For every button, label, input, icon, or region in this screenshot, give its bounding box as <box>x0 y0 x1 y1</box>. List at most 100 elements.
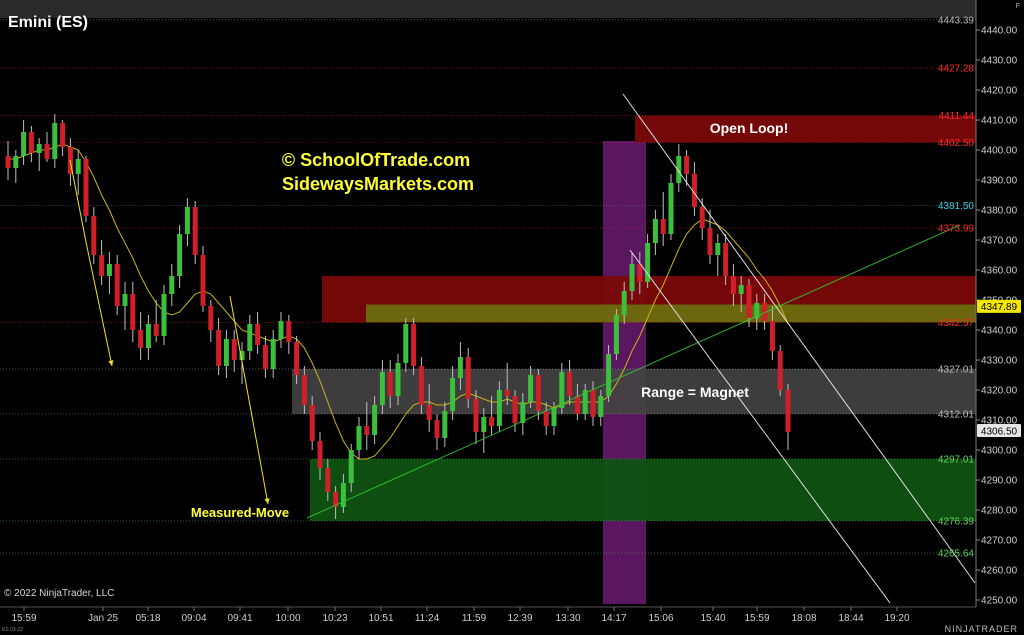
price-level-label: 4443.39 <box>938 15 975 26</box>
top-header-bar <box>0 0 976 18</box>
x-tick-label: 11:59 <box>462 613 487 624</box>
candle-body <box>606 354 612 396</box>
candle-body <box>652 219 658 243</box>
candle-body <box>613 315 619 354</box>
candle-body <box>543 411 549 426</box>
x-tick-label: 15:59 <box>744 613 769 624</box>
candle-body <box>473 399 479 432</box>
candle-body <box>715 243 721 255</box>
range-zone <box>292 368 976 414</box>
candle-body <box>223 339 229 366</box>
candle-body <box>294 342 300 375</box>
candle-body <box>723 243 729 276</box>
candle-body <box>403 324 409 363</box>
candle-body <box>255 324 261 345</box>
x-tick-label: 12:39 <box>507 613 532 624</box>
watermark-line-2: SidewaysMarkets.com <box>282 174 474 194</box>
candle-body <box>504 390 510 396</box>
candle-body <box>660 219 666 234</box>
x-tick-label: 14:17 <box>601 613 626 624</box>
x-tick-label: 15:06 <box>648 613 673 624</box>
y-tick-label: 4270.00 <box>981 536 1018 547</box>
price-level-label: 4402.50 <box>938 138 975 149</box>
candle-body <box>145 324 151 348</box>
x-tick-label: 11:24 <box>415 613 440 624</box>
candle-body <box>309 405 315 441</box>
candle-body <box>535 375 541 411</box>
candle-body <box>372 405 378 435</box>
ninjatrader-logo: NINJATRADER <box>944 624 1018 634</box>
candle-body <box>465 357 471 399</box>
chart-canvas[interactable]: 4250.00 4260.00 4270.00 4280.00 4290.00 4300.… <box>0 0 1024 635</box>
candle-body <box>411 324 417 366</box>
y-tick-label: 4400.00 <box>981 146 1018 157</box>
support-zone <box>310 458 976 521</box>
candle-body <box>169 276 175 294</box>
x-tick-label: 10:23 <box>322 613 347 624</box>
y-tick-label: 4330.00 <box>981 356 1018 367</box>
candle-body <box>769 321 775 351</box>
candle-body <box>777 351 783 390</box>
candle-body <box>122 294 128 306</box>
y-tick-label: 4370.00 <box>981 236 1018 247</box>
candle-body <box>512 396 518 423</box>
candle-body <box>5 156 11 168</box>
candle-body <box>28 132 34 153</box>
y-tick-label: 4250.00 <box>981 596 1018 607</box>
y-tick-label: 4430.00 <box>981 56 1018 67</box>
y-tick-label: 4440.00 <box>981 26 1018 37</box>
price-badge-label: 4306.50 <box>981 426 1018 437</box>
candle-body <box>457 357 463 378</box>
price-badge-label: 4347.89 <box>981 302 1018 313</box>
candle-body <box>325 468 331 492</box>
candle-body <box>434 420 440 438</box>
y-tick-label: 4360.00 <box>981 266 1018 277</box>
open-loop-zone <box>635 115 976 143</box>
candle-body <box>52 123 58 159</box>
candle-body <box>364 426 370 435</box>
candle-body <box>450 378 456 411</box>
price-level-label: 4411.44 <box>939 111 975 122</box>
candle-body <box>138 330 144 348</box>
candle-body <box>699 207 705 228</box>
candle-body <box>216 330 222 366</box>
y-tick-label: 4420.00 <box>981 86 1018 97</box>
candle-body <box>208 306 214 330</box>
candle-body <box>21 132 27 156</box>
candle-body <box>590 390 596 417</box>
candle-body <box>106 264 112 276</box>
price-level-label: 4342.57 <box>938 318 975 329</box>
x-tick-label: 05:18 <box>135 613 160 624</box>
candle-body <box>161 294 167 336</box>
candle-body <box>356 426 362 450</box>
candle-body <box>746 285 752 318</box>
candle-body <box>231 339 237 360</box>
candle-body <box>262 345 268 369</box>
candle-body <box>489 417 495 426</box>
x-tick-label: 18:08 <box>791 613 816 624</box>
x-tick-label: 15:40 <box>700 613 725 624</box>
y-tick-label: 4410.00 <box>981 116 1018 127</box>
candle-body <box>91 216 97 255</box>
candle-body <box>551 408 557 426</box>
price-level-label: 4276.39 <box>938 516 975 527</box>
candle-body <box>153 324 159 336</box>
y-tick-label: 4280.00 <box>981 506 1018 517</box>
candle-body <box>785 390 791 432</box>
candle-body <box>629 264 635 291</box>
candle-body <box>730 276 736 294</box>
candle-body <box>598 396 604 417</box>
candle-body <box>340 483 346 507</box>
open-loop-label: Open Loop! <box>710 120 789 136</box>
y-tick-label: 4380.00 <box>981 206 1018 217</box>
candle-body <box>574 396 580 414</box>
measured-move-label: Measured-Move <box>191 505 289 520</box>
y-tick-label: 4340.00 <box>981 326 1018 337</box>
candle-body <box>200 255 206 306</box>
candle-body <box>442 411 448 438</box>
price-level-label: 4327.01 <box>938 364 975 375</box>
candle-body <box>348 450 354 483</box>
y-tick-label: 4320.00 <box>981 386 1018 397</box>
candle-body <box>270 339 276 369</box>
candle-body <box>668 183 674 234</box>
